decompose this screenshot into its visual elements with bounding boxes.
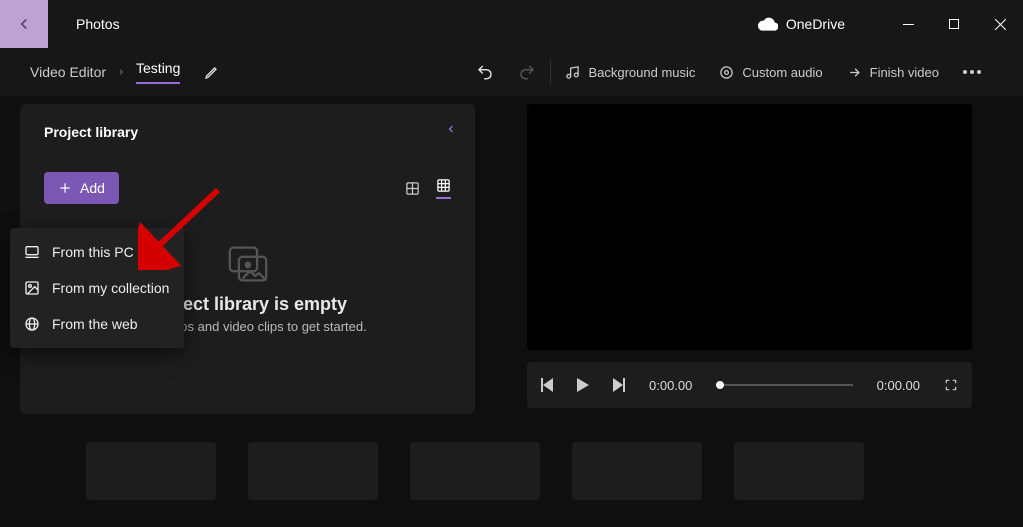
- back-button[interactable]: [0, 0, 48, 48]
- toolbar: Video Editor Testing Background music Cu…: [0, 48, 1023, 96]
- music-icon: [565, 65, 580, 80]
- finish-video-label: Finish video: [870, 65, 939, 80]
- add-menu: From this PC From my collection From the…: [10, 228, 184, 348]
- menu-from-web-label: From the web: [52, 316, 138, 332]
- storyboard-slot[interactable]: [572, 442, 702, 500]
- menu-from-web[interactable]: From the web: [10, 306, 184, 342]
- menu-from-this-pc[interactable]: From this PC: [10, 234, 184, 270]
- play-icon: [577, 378, 589, 392]
- plus-icon: [58, 181, 72, 195]
- chevron-left-icon: [445, 122, 457, 136]
- custom-audio-label: Custom audio: [742, 65, 822, 80]
- storyboard[interactable]: [0, 414, 1023, 500]
- play-button[interactable]: [577, 378, 589, 392]
- storyboard-slot[interactable]: [410, 442, 540, 500]
- custom-audio-button[interactable]: Custom audio: [707, 48, 834, 96]
- maximize-button[interactable]: [931, 8, 977, 40]
- more-icon: [963, 70, 981, 74]
- preview-panel: 0:00.00 0:00.00: [527, 104, 972, 414]
- menu-from-collection[interactable]: From my collection: [10, 270, 184, 306]
- menu-from-pc-label: From this PC: [52, 244, 134, 260]
- storyboard-slot[interactable]: [248, 442, 378, 500]
- close-icon: [995, 19, 1006, 30]
- export-icon: [847, 65, 862, 80]
- breadcrumb[interactable]: Video Editor: [30, 64, 106, 80]
- minimize-icon: [903, 19, 914, 30]
- storyboard-slot[interactable]: [86, 442, 216, 500]
- skip-forward-icon: [613, 378, 625, 392]
- pc-icon: [24, 244, 40, 260]
- player-controls: 0:00.00 0:00.00: [527, 362, 972, 408]
- scrubber[interactable]: [716, 384, 852, 386]
- background-music-button[interactable]: Background music: [553, 48, 707, 96]
- add-label: Add: [80, 180, 105, 196]
- minimize-button[interactable]: [885, 8, 931, 40]
- grid-small-icon: [436, 178, 451, 193]
- onedrive-button[interactable]: OneDrive: [758, 16, 845, 32]
- next-frame-button[interactable]: [613, 378, 625, 392]
- video-preview[interactable]: [527, 104, 972, 350]
- edit-name-button[interactable]: [204, 64, 220, 80]
- view-small-button[interactable]: [436, 178, 451, 199]
- project-name[interactable]: Testing: [136, 60, 180, 84]
- skip-back-icon: [541, 378, 553, 392]
- pencil-icon: [204, 64, 220, 80]
- chevron-right-icon: [116, 67, 126, 77]
- total-time: 0:00.00: [877, 378, 920, 393]
- background-music-label: Background music: [588, 65, 695, 80]
- storyboard-slot[interactable]: [734, 442, 864, 500]
- audio-icon: [719, 65, 734, 80]
- grid-large-icon: [405, 181, 420, 196]
- cloud-icon: [758, 17, 778, 31]
- redo-button[interactable]: [506, 48, 548, 96]
- web-icon: [24, 316, 40, 332]
- maximize-icon: [949, 19, 959, 29]
- undo-icon: [476, 63, 494, 81]
- fullscreen-icon: [944, 378, 958, 392]
- more-button[interactable]: [951, 48, 993, 96]
- onedrive-label: OneDrive: [786, 16, 845, 32]
- prev-frame-button[interactable]: [541, 378, 553, 392]
- close-button[interactable]: [977, 8, 1023, 40]
- collapse-library-button[interactable]: [445, 122, 457, 136]
- add-button[interactable]: Add: [44, 172, 119, 204]
- app-title: Photos: [76, 16, 120, 32]
- finish-video-button[interactable]: Finish video: [835, 48, 951, 96]
- view-large-button[interactable]: [405, 181, 420, 196]
- fullscreen-button[interactable]: [944, 378, 958, 392]
- collection-icon: [24, 280, 40, 296]
- library-title: Project library: [44, 124, 451, 140]
- current-time: 0:00.00: [649, 378, 692, 393]
- arrow-left-icon: [15, 15, 33, 33]
- menu-from-collection-label: From my collection: [52, 280, 169, 296]
- titlebar: Photos OneDrive: [0, 0, 1023, 48]
- undo-button[interactable]: [464, 48, 506, 96]
- redo-icon: [518, 63, 536, 81]
